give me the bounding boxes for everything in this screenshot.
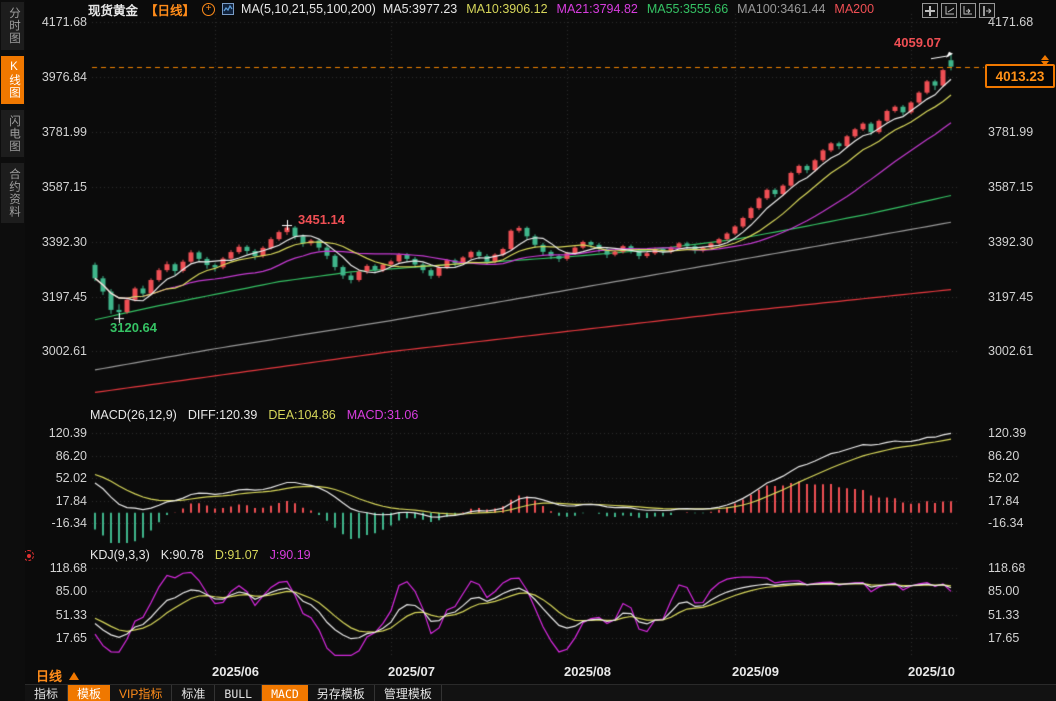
toolbar-item-标准[interactable]: 标准 [172,685,216,701]
toolbar-item-MACD[interactable]: MACD [262,685,308,701]
toolbar-item-BULL[interactable]: BULL [215,685,263,701]
session-high-annotation: 4059.07 [894,35,941,50]
instrument-title: 现货黄金 [88,3,139,18]
macd-diff-value: DIFF:120.39 [187,408,258,422]
candlestick-chart-canvas[interactable] [0,0,1056,701]
header-ma-value: MA21:3794.82 [556,2,638,16]
toolbar-item-模板[interactable]: 模板 [68,685,111,701]
template-toolbar: 指标 模板 VIP指标 标准 BULL MACD 另存模板 管理模板 [25,684,1056,701]
scale-left-icon[interactable] [941,3,957,18]
macd-title: MACD(26,12,9) [90,408,177,422]
period-selector-label: 日线 [36,669,63,684]
chart-header: 现货黄金 【日线】 + MA(5,10,21,55,100,200) MA5:3… [88,0,874,19]
toolbar-item-另存模板[interactable]: 另存模板 [307,685,375,701]
ma-values-group: MA5:3977.23 MA10:3906.12 MA21:3794.82 MA55:… [383,2,874,16]
sidebar-tab-K线图[interactable]: K线图 [1,55,24,104]
header-ma-value: MA100:3461.44 [737,2,826,16]
scale-right-icon[interactable] [960,3,976,18]
kdj-title: KDJ(9,3,3) [90,548,150,562]
last-price-box: 4013.23 [985,64,1055,88]
crosshair-grid-icon[interactable] [922,3,938,18]
header-ma-value: MA5:3977.23 [382,2,458,16]
period-selector[interactable]: 日线 [36,666,80,685]
toolbar-item-管理模板[interactable]: 管理模板 [374,685,442,701]
macd-header: MACD(26,12,9) DIFF:120.39 DEA:104.86 MAC… [90,408,418,422]
add-indicator-icon[interactable]: + [202,2,216,16]
chart-tools-group [922,3,995,18]
price-marker-icon[interactable] [1041,55,1049,66]
period-label[interactable]: 【日线】 [145,0,195,19]
ma-chart-icon[interactable] [222,3,235,15]
kdj-header: KDJ(9,3,3) K:90.78 D:91.07 J:90.19 [90,548,311,562]
june-high-annotation: 3451.14 [298,212,345,227]
header-ma-value: MA200 [834,2,875,16]
collapse-panel-icon[interactable] [979,3,995,18]
header-ma-value: MA10:3906.12 [466,2,548,16]
up-triangle-icon [69,671,80,680]
macd-macd-value: MACD:31.06 [346,408,419,422]
last-price-value: 4013.23 [995,68,1045,84]
kdj-j-value: J:90.19 [269,548,311,562]
left-sidebar: 分时图 K线图闪电图合约资料 [0,0,25,701]
june-low-annotation: 3120.64 [110,320,157,335]
kdj-d-value: D:91.07 [214,548,259,562]
toolbar-item-VIP指标[interactable]: VIP指标 [110,685,173,701]
ma-settings-label: MA(5,10,21,55,100,200) [241,2,376,16]
sidebar-tab-分时图[interactable]: 分时图 [1,2,24,50]
macd-dea-value: DEA:104.86 [268,408,336,422]
toolbar-item-指标[interactable]: 指标 [25,685,69,701]
header-ma-value: MA55:3555.66 [646,2,729,16]
sidebar-tab-闪电图[interactable]: 闪电图 [1,109,24,157]
kdj-k-value: K:90.78 [160,548,204,562]
sidebar-tab-合约资料[interactable]: 合约资料 [1,163,24,223]
